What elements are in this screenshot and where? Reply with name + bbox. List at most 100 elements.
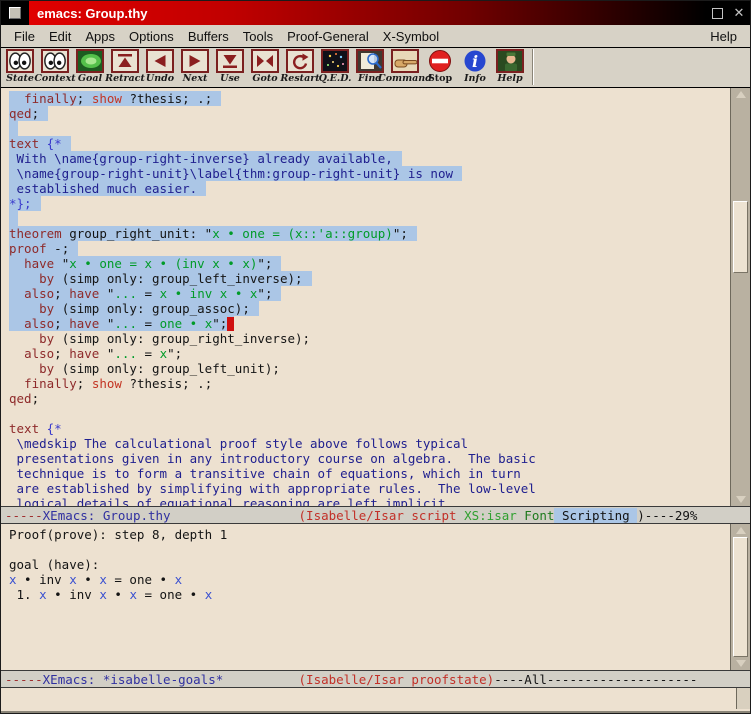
editor-scrollbar[interactable] [730,88,750,506]
goals-scroll-down-icon[interactable] [731,657,750,670]
toolbar-button-undo[interactable]: Undo [143,49,177,85]
toolbar-button-context[interactable]: Context [38,49,72,85]
processed-region: have "x • one = x • (inv x • x)"; [9,256,281,271]
menu-item-x-symbol[interactable]: X-Symbol [376,27,446,46]
toolbar-button-help[interactable]: Help [493,49,527,85]
toolbar-button-goal[interactable]: Goal [73,49,107,85]
goal-image-icon [76,49,104,73]
modeline-segment-red: (Isabelle/Isar script [299,508,457,523]
qed-fireworks-icon [321,49,349,73]
toolbar-label: Use [220,73,240,85]
goals-scroll-up-icon[interactable] [731,524,750,537]
toolbar-button-next[interactable]: Next [178,49,212,85]
editor-line: also; have "... = x"; [9,346,726,361]
goals-scrollbar-thumb[interactable] [733,537,748,657]
processed-region: by (simp only: group_assoc); [9,301,259,316]
goto-icon [251,49,279,73]
processed-region: text {* [9,136,71,151]
close-icon: ✕ [734,5,745,21]
menu-bar-items: FileEditAppsOptionsBuffersToolsProof-Gen… [7,27,446,46]
help-icon [496,49,524,73]
goals-line: x • inv x • x = one • x [9,572,726,587]
menu-item-help[interactable]: Help [703,27,744,46]
text-cursor [227,317,234,331]
editor-scrollbar-thumb[interactable] [733,201,748,273]
processed-region: theorem group_right_unit: "x • one = (x:… [9,226,417,241]
toolbar-button-state[interactable]: State [3,49,37,85]
editor-line: technique is to form a transitive chain … [9,466,726,481]
command-hand-icon [391,49,419,73]
editor-line: \name{group-right-unit}\label{thm:group-… [9,166,726,181]
editor-line [9,121,726,136]
toolbar-button-use[interactable]: Use [213,49,247,85]
toolbar-label: Info [464,73,486,85]
modeline-segment-dash: ----- [5,672,43,687]
toolbar-label: Q.E.D. [319,73,352,85]
title-gradient: emacs: Group.thy [29,1,706,25]
modeline-script[interactable]: -----XEmacs: Group.thy (Isabelle/Isar sc… [1,506,750,524]
editor-line: finally; show ?thesis; .; [9,91,726,106]
processed-region: \name{group-right-unit}\label{thm:group-… [9,166,462,181]
goals-buffer[interactable]: Proof(prove): step 8, depth 1goal (have)… [1,524,750,670]
editor-line [9,406,726,421]
editor-line: logical details of equational reasoning … [9,496,726,506]
menu-item-tools[interactable]: Tools [236,27,280,46]
goals-scrollbar[interactable] [730,524,750,670]
maximize-button[interactable] [706,2,728,24]
editor-line: by (simp only: group_assoc); [9,301,726,316]
modeline-goals[interactable]: -----XEmacs: *isabelle-goals* (Isabelle/… [1,670,750,688]
goals-text: Proof(prove): step 8, depth 1goal (have)… [1,524,750,670]
stop-icon [426,49,454,73]
menu-item-edit[interactable]: Edit [42,27,78,46]
close-button[interactable]: ✕ [728,2,750,24]
editor-line: proof -; [9,241,726,256]
menu-item-proof-general[interactable]: Proof-General [280,27,376,46]
editor-line: established much easier. [9,181,726,196]
toolbar-button-stop[interactable]: Stop [423,49,457,85]
processed-region: proof -; [9,241,78,256]
editor-line: presentations given in any introductory … [9,451,726,466]
retract-icon [111,49,139,73]
editor-line: by (simp only: group_left_unit); [9,361,726,376]
processed-region: also; have "... = x • inv x • x"; [9,286,281,301]
minibuffer-scrollbar[interactable] [736,688,750,709]
menu-item-buffers[interactable]: Buffers [181,27,236,46]
eyes-icon [41,49,69,73]
menu-item-apps[interactable]: Apps [78,27,122,46]
scroll-down-icon[interactable] [731,493,750,506]
processed-region: by (simp only: group_left_inverse); [9,271,312,286]
minibuffer[interactable] [1,688,750,713]
editor-line: \medskip The calculational proof style a… [9,436,726,451]
modeline-segment-plain [223,672,298,687]
toolbar-label: Next [183,73,208,85]
find-icon [356,49,384,73]
editor-line: With \name{group-right-inverse} already … [9,151,726,166]
window-menu-button[interactable] [9,7,21,19]
menu-item-file[interactable]: File [7,27,42,46]
editor-line: finally; show ?thesis; .; [9,376,726,391]
editor-line: by (simp only: group_left_inverse); [9,271,726,286]
toolbar-label: Stop [428,73,452,85]
toolbar-button-retract[interactable]: Retract [108,49,142,85]
modeline-segment-hl: Scripting [554,508,637,523]
highlight-strip [9,121,18,136]
toolbar-label: Undo [146,73,174,85]
toolbar-separator [532,49,534,85]
editor-line [9,211,726,226]
toolbar-button-info[interactable]: iInfo [458,49,492,85]
scroll-up-icon[interactable] [731,88,750,101]
toolbar-button-qed[interactable]: Q.E.D. [318,49,352,85]
toolbar-button-command[interactable]: Command [388,49,422,85]
editor-line: qed; [9,391,726,406]
menu-item-options[interactable]: Options [122,27,181,46]
toolbar-button-goto[interactable]: Goto [248,49,282,85]
editor-text[interactable]: finally; show ?thesis; .;qed;text {* Wit… [1,88,750,506]
goals-line: 1. x • inv x • x = one • x [9,587,726,602]
editor-line: by (simp only: group_right_inverse); [9,331,726,346]
toolbar-label: Context [34,73,75,85]
editor-buffer-group-thy[interactable]: finally; show ?thesis; .;qed;text {* Wit… [1,88,750,506]
editor-line: theorem group_right_unit: "x • one = (x:… [9,226,726,241]
editor-line: qed; [9,106,726,121]
toolbar-button-restart[interactable]: Restart [283,49,317,85]
modeline-segment-plain: )----29% [637,508,697,523]
